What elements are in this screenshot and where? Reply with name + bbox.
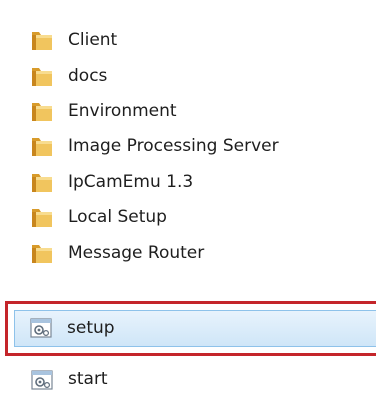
folder-icon: [32, 103, 52, 121]
file-list: Client docs Environment Image Processing…: [0, 0, 376, 403]
folder-icon: [32, 174, 52, 192]
folder-icon: [32, 68, 52, 86]
settings-file-icon: [30, 318, 52, 338]
folder-icon: [32, 32, 52, 50]
folder-icon: [32, 209, 52, 227]
folder-label: docs: [68, 66, 108, 86]
settings-file-icon: [31, 370, 53, 390]
folder-label: Message Router: [68, 243, 205, 263]
folder-item-local-setup[interactable]: Local Setup: [8, 201, 376, 233]
folder-icon: [32, 138, 52, 156]
folder-item-environment[interactable]: Environment: [8, 95, 376, 127]
folder-label: Client: [68, 30, 118, 50]
folder-label: IpCamEmu 1.3: [68, 172, 194, 192]
folder-item-message-router[interactable]: Message Router: [8, 237, 376, 269]
folder-item-image-processing-server[interactable]: Image Processing Server: [8, 130, 376, 162]
file-item-start[interactable]: start: [8, 363, 376, 395]
file-label: start: [68, 369, 108, 389]
folder-label: Local Setup: [68, 207, 167, 227]
folder-item-client[interactable]: Client: [8, 24, 376, 56]
file-item-setup[interactable]: setup: [14, 310, 376, 347]
folder-icon: [32, 245, 52, 263]
folder-item-docs[interactable]: docs: [8, 60, 376, 92]
file-label: setup: [67, 318, 115, 338]
folder-item-ipcamemu[interactable]: IpCamEmu 1.3: [8, 166, 376, 198]
folder-label: Environment: [68, 101, 177, 121]
folder-label: Image Processing Server: [68, 136, 279, 156]
